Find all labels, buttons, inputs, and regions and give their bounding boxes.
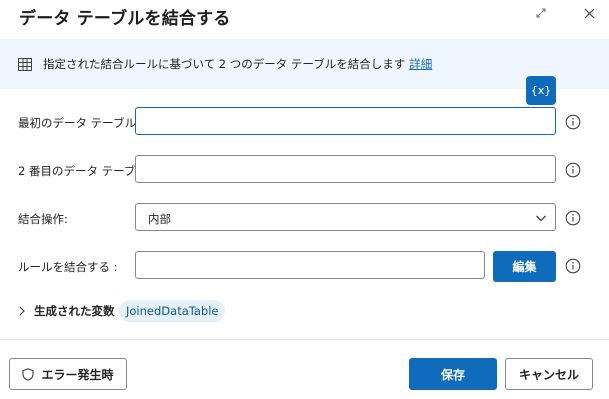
info-icon[interactable] <box>565 114 581 130</box>
save-button[interactable]: 保存 <box>409 358 497 390</box>
info-icon[interactable] <box>565 258 581 274</box>
first-table-label: 最初のデータ テーブル: <box>18 116 140 130</box>
join-operation-label: 結合操作: <box>18 212 68 226</box>
join-operation-select[interactable]: 内部 <box>135 203 556 231</box>
chevron-down-icon <box>536 215 546 222</box>
variable-picker-button[interactable]: {x} <box>526 76 556 105</box>
footer-divider <box>0 339 609 340</box>
info-icon[interactable] <box>565 210 581 226</box>
close-icon <box>584 8 594 18</box>
expand-icon <box>536 8 546 18</box>
info-icon[interactable] <box>565 162 581 178</box>
expand-button[interactable] <box>530 2 552 24</box>
join-rules-input[interactable] <box>135 251 485 279</box>
info-banner: 指定された結合ルールに基づいて 2 つのデータ テーブルを結合します 詳細 <box>0 39 609 89</box>
banner-text: 指定された結合ルールに基づいて 2 つのデータ テーブルを結合します <box>43 57 406 71</box>
close-button[interactable] <box>578 2 600 24</box>
variable-chip[interactable]: JoinedDataTable <box>119 300 226 322</box>
produced-variables-label: 生成された変数 <box>34 304 115 318</box>
join-operation-value: 内部 <box>148 212 171 226</box>
table-icon <box>18 57 32 71</box>
shield-icon <box>22 367 35 381</box>
dialog-title: データ テーブルを結合する <box>19 9 231 29</box>
on-error-label: エラー発生時 <box>41 367 114 382</box>
join-rules-label: ルールを結合する : <box>18 260 118 274</box>
produced-variables-toggle[interactable]: 生成された変数 <box>18 303 115 319</box>
details-link[interactable]: 詳細 <box>409 56 432 72</box>
second-table-label: 2 番目のデータ テーブル: <box>18 164 151 178</box>
second-table-input[interactable] <box>135 155 556 183</box>
on-error-button[interactable]: エラー発生時 <box>9 358 127 390</box>
cancel-button[interactable]: キャンセル <box>505 358 593 390</box>
edit-button[interactable]: 編集 <box>493 251 556 282</box>
chevron-right-icon <box>19 306 25 316</box>
first-table-input[interactable] <box>135 107 556 135</box>
